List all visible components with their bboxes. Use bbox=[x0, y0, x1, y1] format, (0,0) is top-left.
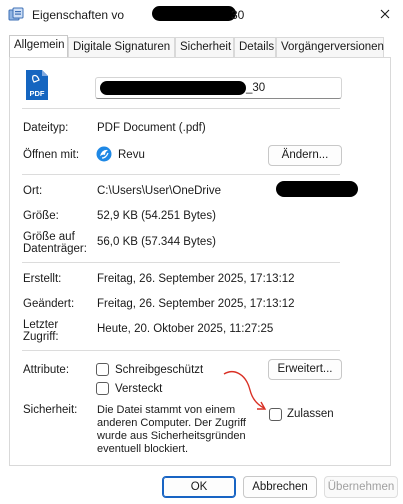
security-text-line2: anderen Computer. Der Zugriff bbox=[97, 417, 246, 429]
properties-window-icon bbox=[8, 7, 24, 21]
security-text-line4: eventuell blockiert. bbox=[97, 443, 189, 455]
security-text-line1: Die Datei stammt von einem bbox=[97, 404, 236, 416]
filetype-value: PDF Document (.pdf) bbox=[97, 122, 206, 134]
created-value: Freitag, 26. September 2025, 17:13:12 bbox=[97, 273, 295, 285]
size-value: 52,9 KB (54.251 Bytes) bbox=[97, 210, 216, 222]
title-bar: Eigenschaften vo 30 bbox=[0, 0, 403, 30]
filename-visible-suffix: _30 bbox=[246, 82, 266, 94]
hidden-checkbox[interactable] bbox=[96, 382, 109, 395]
disksize-value: 56,0 KB (57.344 Bytes) bbox=[97, 236, 216, 248]
pdf-file-icon: PDF bbox=[26, 70, 48, 100]
openwith-label: Öffnen mit: bbox=[23, 149, 80, 161]
window-title-suffix: 30 bbox=[231, 8, 245, 22]
readonly-label: Schreibgeschützt bbox=[115, 364, 204, 376]
window-title: Eigenschaften vo bbox=[32, 8, 125, 22]
allow-checkbox[interactable] bbox=[269, 408, 282, 421]
close-button[interactable] bbox=[372, 3, 398, 25]
modified-label: Geändert: bbox=[23, 298, 75, 310]
cancel-button[interactable]: Abbrechen bbox=[243, 476, 317, 498]
location-value: C:\Users\User\OneDrive bbox=[97, 185, 221, 197]
disksize-label-line2: Datenträger: bbox=[23, 243, 87, 255]
close-icon bbox=[380, 9, 390, 19]
modified-value: Freitag, 26. September 2025, 17:13:12 bbox=[97, 298, 295, 310]
advanced-button[interactable]: Erweitert... bbox=[268, 359, 342, 380]
separator bbox=[22, 262, 340, 263]
readonly-checkbox[interactable] bbox=[96, 363, 109, 376]
separator bbox=[22, 108, 340, 109]
created-label: Erstellt: bbox=[23, 273, 62, 285]
location-label: Ort: bbox=[23, 185, 43, 197]
filename-input[interactable]: _30 bbox=[95, 77, 342, 99]
separator bbox=[22, 350, 340, 351]
svg-text:PDF: PDF bbox=[30, 89, 45, 98]
annotation-arrow-icon bbox=[223, 371, 267, 410]
general-panel: PDF _30 Dateityp: PDF Document (.pdf) Öf… bbox=[9, 57, 391, 466]
security-text-line3: wurde aus Sicherheitsgründen bbox=[97, 430, 246, 442]
separator bbox=[22, 174, 340, 175]
apply-button[interactable]: Übernehmen bbox=[324, 476, 398, 498]
tab-vorgaengerversionen[interactable]: Vorgängerversionen bbox=[276, 37, 384, 57]
revu-app-icon bbox=[96, 146, 112, 162]
accessed-label-line2: Zugriff: bbox=[23, 331, 59, 343]
filename-redaction bbox=[100, 81, 246, 95]
tab-digitale-signaturen[interactable]: Digitale Signaturen bbox=[68, 37, 175, 57]
tab-sicherheit[interactable]: Sicherheit bbox=[175, 37, 234, 57]
accessed-value: Heute, 20. Oktober 2025, 11:27:25 bbox=[97, 323, 274, 335]
size-label: Größe: bbox=[23, 210, 59, 222]
hidden-label: Versteckt bbox=[115, 383, 163, 395]
filetype-label: Dateityp: bbox=[23, 122, 69, 134]
location-redaction bbox=[276, 181, 358, 197]
attributes-label: Attribute: bbox=[23, 364, 70, 376]
tab-allgemein[interactable]: Allgemein bbox=[9, 35, 68, 57]
change-button[interactable]: Ändern... bbox=[268, 145, 342, 166]
title-redaction bbox=[152, 6, 236, 21]
ok-button[interactable]: OK bbox=[162, 476, 236, 498]
openwith-value: Revu bbox=[118, 149, 145, 161]
security-label: Sicherheit: bbox=[23, 404, 78, 416]
tab-details[interactable]: Details bbox=[234, 37, 276, 57]
allow-label: Zulassen bbox=[287, 408, 334, 420]
